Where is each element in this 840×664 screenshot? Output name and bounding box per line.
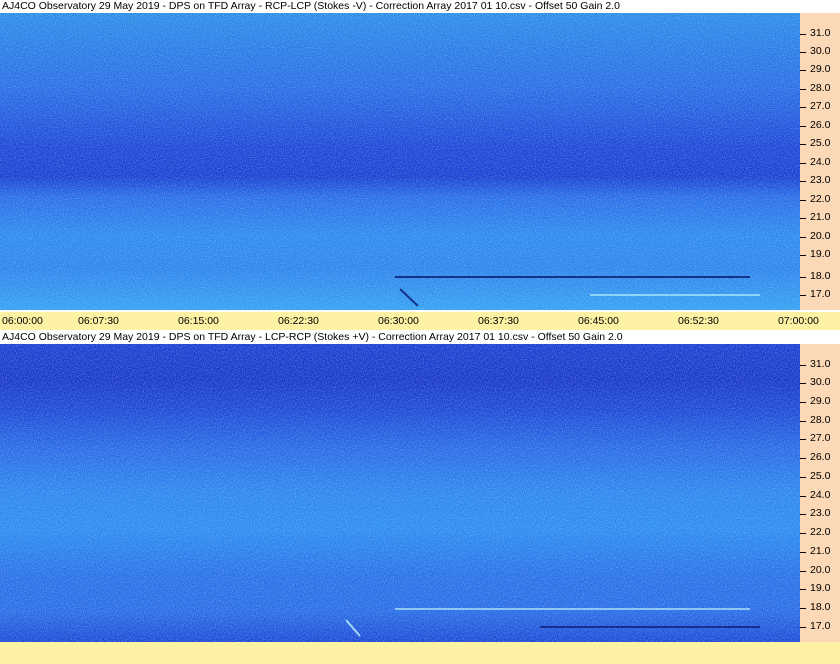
time-label: 06:30:00 (378, 315, 419, 327)
time-label: 06:52:30 (678, 315, 719, 327)
radio-spectrogram-viewer: AJ4CO Observatory 29 May 2019 - DPS on T… (0, 0, 840, 664)
freq-label: 30.0 (810, 45, 831, 57)
freq-label: 20.0 (810, 564, 831, 576)
time-label: 07:00:00 (778, 315, 819, 327)
frequency-axis-bottom: 31.0 30.0 29.0 28.0 27.0 26.0 25.0 24.0 … (800, 344, 840, 642)
freq-label: 21.0 (810, 545, 831, 557)
freq-label: 28.0 (810, 414, 831, 426)
freq-label: 19.0 (810, 582, 831, 594)
freq-label: 17.0 (810, 620, 831, 632)
freq-label: 21.0 (810, 211, 831, 223)
freq-label: 17.0 (810, 288, 831, 300)
time-label: 06:22:30 (278, 315, 319, 327)
freq-label: 19.0 (810, 248, 831, 260)
freq-label: 20.0 (810, 230, 831, 242)
time-label: 06:15:00 (178, 315, 219, 327)
time-label: 06:07:30 (78, 315, 119, 327)
time-label: 06:00:00 (2, 315, 43, 327)
freq-label: 23.0 (810, 174, 831, 186)
freq-label: 27.0 (810, 432, 831, 444)
freq-label: 29.0 (810, 63, 831, 75)
time-label: 06:45:00 (578, 315, 619, 327)
spectrogram-top-image (0, 13, 800, 310)
freq-label: 28.0 (810, 82, 831, 94)
panel-title-bottom: AJ4CO Observatory 29 May 2019 - DPS on T… (0, 331, 840, 344)
time-axis: 06:00:00 06:07:30 06:15:00 06:22:30 06:3… (0, 312, 840, 330)
freq-label: 26.0 (810, 119, 831, 131)
freq-label: 24.0 (810, 489, 831, 501)
freq-label: 31.0 (810, 358, 831, 370)
freq-label: 18.0 (810, 270, 831, 282)
panel-title-top: AJ4CO Observatory 29 May 2019 - DPS on T… (0, 0, 840, 13)
freq-label: 29.0 (810, 395, 831, 407)
time-label: 06:37:30 (478, 315, 519, 327)
freq-label: 31.0 (810, 27, 831, 39)
freq-label: 22.0 (810, 193, 831, 205)
freq-label: 24.0 (810, 156, 831, 168)
freq-label: 22.0 (810, 526, 831, 538)
freq-label: 18.0 (810, 601, 831, 613)
freq-label: 25.0 (810, 470, 831, 482)
spectrogram-top[interactable] (0, 13, 800, 310)
spectrogram-bottom[interactable] (0, 344, 800, 642)
frequency-axis-top: 31.0 30.0 29.0 28.0 27.0 26.0 25.0 24.0 … (800, 13, 840, 310)
spectrogram-bottom-image (0, 344, 800, 642)
freq-label: 30.0 (810, 376, 831, 388)
bottom-status-strip (0, 642, 840, 664)
freq-label: 25.0 (810, 137, 831, 149)
freq-label: 23.0 (810, 507, 831, 519)
freq-label: 26.0 (810, 451, 831, 463)
freq-label: 27.0 (810, 100, 831, 112)
